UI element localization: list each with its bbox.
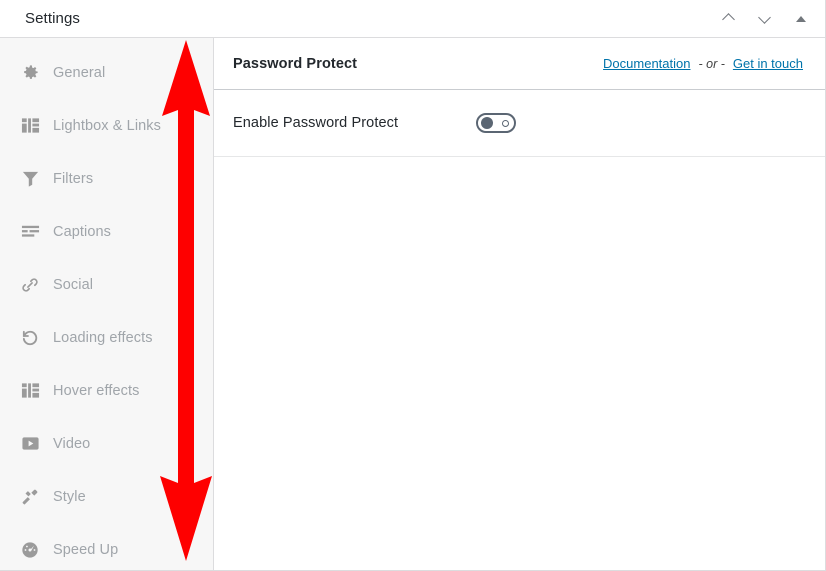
sidebar-item-label: Social — [53, 276, 94, 293]
brush-icon — [19, 486, 41, 508]
window-title: Settings — [25, 10, 80, 27]
sidebar-item-label: General — [53, 64, 106, 81]
get-in-touch-link[interactable]: Get in touch — [733, 56, 803, 71]
layout-icon — [19, 380, 41, 402]
funnel-icon — [19, 168, 41, 190]
sidebar-item-label: Loading effects — [53, 329, 153, 346]
window-titlebar: Settings — [0, 0, 825, 38]
layout-icon — [19, 115, 41, 137]
titlebar-actions — [719, 9, 811, 29]
collapse-up-button[interactable] — [719, 9, 739, 29]
refresh-circle-icon — [19, 327, 41, 349]
play-button-icon — [19, 433, 41, 455]
sidebar-item-label: Hover effects — [53, 382, 140, 399]
sidebar-item-lightbox-links[interactable]: Lightbox & Links — [0, 99, 213, 152]
toggle-off-indicator — [502, 119, 509, 127]
enable-password-protect-toggle[interactable] — [476, 113, 516, 133]
setting-label: Enable Password Protect — [233, 115, 399, 131]
settings-sidebar: General Lightbox & Links Filters Caption… — [0, 38, 214, 570]
sidebar-item-label: Video — [53, 435, 91, 452]
sidebar-item-speed-up[interactable]: Speed Up — [0, 523, 213, 570]
sidebar-item-style[interactable]: Style — [0, 470, 213, 523]
speedometer-icon — [19, 539, 41, 561]
sidebar-item-filters[interactable]: Filters — [0, 152, 213, 205]
sidebar-item-label: Speed Up — [53, 541, 119, 558]
sidebar-item-general[interactable]: General — [0, 46, 213, 99]
setting-row-enable-password-protect: Enable Password Protect — [214, 90, 825, 157]
chevron-up-icon — [723, 13, 735, 25]
sidebar-item-social[interactable]: Social — [0, 258, 213, 311]
sidebar-item-loading-effects[interactable]: Loading effects — [0, 311, 213, 364]
sidebar-item-label: Captions — [53, 223, 112, 240]
toggle-panel-button[interactable] — [791, 9, 811, 29]
text-lines-icon — [19, 221, 41, 243]
documentation-link[interactable]: Documentation — [603, 56, 690, 71]
sidebar-item-video[interactable]: Video — [0, 417, 213, 470]
settings-main-panel: Password Protect Documentation - or - Ge… — [214, 38, 825, 570]
gear-icon — [19, 62, 41, 84]
chevron-down-icon — [759, 13, 771, 25]
sidebar-item-label: Lightbox & Links — [53, 117, 161, 134]
toggle-knob — [481, 117, 493, 129]
panel-header-links: Documentation - or - Get in touch — [603, 56, 803, 71]
expand-down-button[interactable] — [755, 9, 775, 29]
sidebar-item-label: Filters — [53, 170, 94, 187]
sidebar-item-captions[interactable]: Captions — [0, 205, 213, 258]
sidebar-item-label: Style — [53, 488, 86, 505]
link-chain-icon — [19, 274, 41, 296]
sidebar-item-hover-effects[interactable]: Hover effects — [0, 364, 213, 417]
page-title: Password Protect — [233, 55, 358, 72]
triangle-up-icon — [796, 15, 806, 22]
settings-window: Settings General Lightbox & Links Filter… — [0, 0, 826, 571]
links-separator: - or - — [698, 56, 725, 71]
window-body: General Lightbox & Links Filters Caption… — [0, 38, 825, 570]
panel-header: Password Protect Documentation - or - Ge… — [214, 38, 825, 90]
